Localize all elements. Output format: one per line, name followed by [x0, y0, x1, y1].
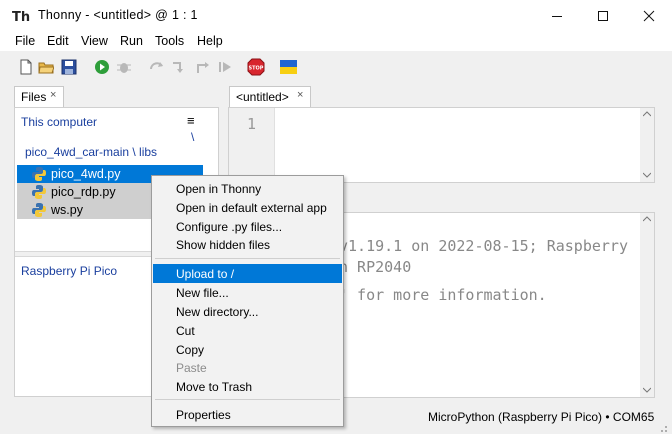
menu-item-label: New directory...	[176, 305, 259, 319]
menu-item-label: Move to Trash	[176, 380, 253, 394]
ukraine-flag-icon[interactable]	[280, 60, 297, 74]
interpreter-status[interactable]: MicroPython (Raspberry Pi Pico) • COM65	[428, 410, 654, 424]
close-icon	[643, 10, 655, 21]
close-icon[interactable]: ×	[297, 89, 303, 101]
shell-line: h RP2040	[339, 258, 412, 276]
close-icon[interactable]: ×	[50, 89, 56, 101]
menu-icon[interactable]: ≡	[187, 113, 195, 128]
debug-icon[interactable]	[116, 59, 132, 75]
tab-files[interactable]: Files ×	[14, 86, 64, 107]
minimize-icon	[552, 15, 562, 17]
menu-run[interactable]: Run	[120, 34, 143, 48]
line-number-gutter: 1	[229, 108, 275, 182]
maximize-button[interactable]	[580, 0, 626, 31]
scroll-down-icon[interactable]	[643, 172, 651, 178]
svg-text:Th: Th	[12, 10, 30, 24]
menu-item-label: Open in default external app	[176, 201, 327, 215]
svg-text:STOP: STOP	[249, 66, 264, 72]
this-computer-header: This computer	[21, 115, 98, 129]
menu-item-label: Show hidden files	[176, 238, 271, 252]
menu-item-new-file[interactable]: New file...	[153, 283, 342, 302]
maximize-icon	[598, 10, 608, 21]
menu-item-label: Properties	[176, 408, 231, 422]
menu-separator	[155, 399, 340, 400]
breadcrumb[interactable]: pico_4wd_car-main \ libs	[25, 145, 157, 159]
save-icon[interactable]	[61, 59, 77, 75]
context-menu: Open in Thonny Open in default external …	[151, 175, 344, 427]
menu-item-label: Cut	[176, 324, 195, 338]
file-name: pico_4wd.py	[51, 167, 121, 181]
menu-tools[interactable]: Tools	[155, 34, 184, 48]
scroll-down-icon[interactable]	[643, 387, 651, 393]
shell-line: v1.19.1 on 2022-08-15; Raspberry	[339, 237, 628, 255]
menu-item-open-external[interactable]: Open in default external app	[153, 198, 342, 217]
menu-item-label: Configure .py files...	[176, 220, 283, 234]
menu-item-configure-py[interactable]: Configure .py files...	[153, 217, 342, 236]
thonny-logo-icon: Th	[12, 10, 30, 24]
new-file-icon[interactable]	[18, 59, 34, 75]
toolbar: STOP	[0, 51, 672, 84]
editor-tab-label: <untitled>	[236, 90, 289, 104]
menu-item-label: New file...	[176, 286, 229, 300]
open-folder-icon[interactable]	[38, 59, 54, 75]
shell-line: ' for more information.	[339, 286, 547, 304]
scroll-up-icon[interactable]	[643, 111, 651, 117]
menu-item-label: Copy	[176, 343, 205, 357]
file-name: ws.py	[51, 203, 83, 217]
shell-scrollbar[interactable]	[640, 213, 654, 397]
menu-item-label: Open in Thonny	[176, 182, 262, 196]
menu-item-show-hidden[interactable]: Show hidden files	[153, 235, 342, 254]
editor-scrollbar[interactable]	[640, 108, 654, 182]
scroll-up-icon[interactable]	[643, 216, 651, 222]
run-icon[interactable]	[94, 59, 110, 75]
line-number: 1	[247, 115, 257, 133]
menu-separator	[155, 258, 340, 259]
menu-bar: File Edit View Run Tools Help	[0, 31, 672, 51]
step-over-icon[interactable]	[149, 59, 165, 75]
menu-item-properties[interactable]: Properties	[153, 405, 342, 424]
close-button[interactable]	[626, 0, 672, 31]
python-file-icon	[32, 203, 46, 217]
step-into-icon[interactable]	[171, 59, 187, 75]
menu-item-move-to-trash[interactable]: Move to Trash	[153, 377, 342, 396]
window-title: Thonny - <untitled> @ 1 : 1	[38, 8, 198, 22]
path-separator: \	[191, 130, 195, 144]
menu-file[interactable]: File	[15, 34, 35, 48]
menu-item-cut[interactable]: Cut	[153, 321, 342, 340]
menu-item-open-in-thonny[interactable]: Open in Thonny	[153, 179, 342, 198]
menu-item-new-directory[interactable]: New directory...	[153, 302, 342, 321]
stop-icon[interactable]: STOP	[247, 58, 265, 76]
menu-edit[interactable]: Edit	[47, 34, 69, 48]
menu-help[interactable]: Help	[197, 34, 223, 48]
title-bar: Th Thonny - <untitled> @ 1 : 1	[0, 0, 672, 31]
menu-item-upload[interactable]: Upload to /	[153, 264, 342, 283]
tab-untitled[interactable]: <untitled> ×	[229, 86, 311, 107]
resume-icon[interactable]	[217, 59, 233, 75]
menu-item-label: Paste	[176, 361, 207, 375]
menu-item-label: Upload to /	[176, 267, 235, 281]
resize-grip-icon[interactable]	[658, 423, 668, 433]
python-file-icon	[32, 167, 46, 181]
device-header: Raspberry Pi Pico	[21, 264, 118, 278]
menu-item-copy[interactable]: Copy	[153, 340, 342, 359]
step-out-icon[interactable]	[195, 59, 211, 75]
menu-item-paste[interactable]: Paste	[153, 358, 342, 377]
code-editor[interactable]: 1	[228, 107, 655, 183]
menu-view[interactable]: View	[81, 34, 108, 48]
minimize-button[interactable]	[534, 0, 580, 31]
file-name: pico_rdp.py	[51, 185, 116, 199]
files-tab-label: Files	[21, 90, 47, 104]
python-file-icon	[32, 185, 46, 199]
